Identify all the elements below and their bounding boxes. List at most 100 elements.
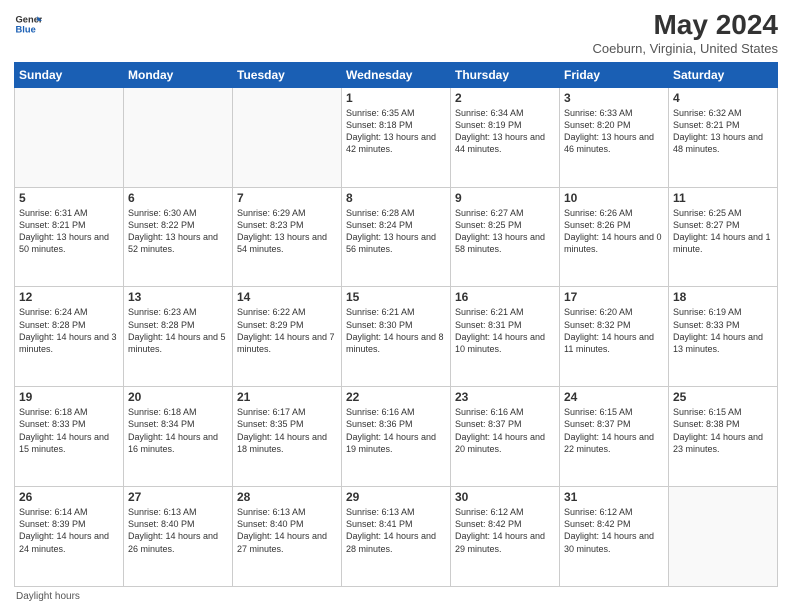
day-cell bbox=[15, 87, 124, 187]
day-info: Sunrise: 6:28 AM Sunset: 8:24 PM Dayligh… bbox=[346, 207, 446, 256]
page-container: General Blue May 2024 Coeburn, Virginia,… bbox=[0, 0, 792, 612]
weekday-header-thursday: Thursday bbox=[451, 62, 560, 87]
weekday-header-friday: Friday bbox=[560, 62, 669, 87]
day-cell: 15 Sunrise: 6:21 AM Sunset: 8:30 PM Dayli… bbox=[342, 287, 451, 387]
weekday-header-sunday: Sunday bbox=[15, 62, 124, 87]
day-cell: 20 Sunrise: 6:18 AM Sunset: 8:34 PM Dayli… bbox=[124, 387, 233, 487]
day-number: 26 bbox=[19, 490, 119, 504]
day-cell: 19 Sunrise: 6:18 AM Sunset: 8:33 PM Dayli… bbox=[15, 387, 124, 487]
weekday-header-saturday: Saturday bbox=[669, 62, 778, 87]
day-info: Sunrise: 6:15 AM Sunset: 8:37 PM Dayligh… bbox=[564, 406, 664, 455]
header: General Blue May 2024 Coeburn, Virginia,… bbox=[14, 10, 778, 56]
day-info: Sunrise: 6:12 AM Sunset: 8:42 PM Dayligh… bbox=[564, 506, 664, 555]
day-number: 20 bbox=[128, 390, 228, 404]
day-info: Sunrise: 6:15 AM Sunset: 8:38 PM Dayligh… bbox=[673, 406, 773, 455]
day-info: Sunrise: 6:18 AM Sunset: 8:34 PM Dayligh… bbox=[128, 406, 228, 455]
day-info: Sunrise: 6:18 AM Sunset: 8:33 PM Dayligh… bbox=[19, 406, 119, 455]
day-info: Sunrise: 6:29 AM Sunset: 8:23 PM Dayligh… bbox=[237, 207, 337, 256]
day-number: 17 bbox=[564, 290, 664, 304]
day-cell: 3Sunrise: 6:33 AM Sunset: 8:20 PM Daylig… bbox=[560, 87, 669, 187]
day-cell bbox=[233, 87, 342, 187]
day-number: 8 bbox=[346, 191, 446, 205]
day-info: Sunrise: 6:13 AM Sunset: 8:40 PM Dayligh… bbox=[128, 506, 228, 555]
day-cell: 17 Sunrise: 6:20 AM Sunset: 8:32 PM Dayli… bbox=[560, 287, 669, 387]
day-number: 23 bbox=[455, 390, 555, 404]
day-cell: 16Sunrise: 6:21 AM Sunset: 8:31 PM Dayli… bbox=[451, 287, 560, 387]
day-cell: 4 Sunrise: 6:32 AM Sunset: 8:21 PM Daylig… bbox=[669, 87, 778, 187]
day-number: 24 bbox=[564, 390, 664, 404]
day-info: Sunrise: 6:35 AM Sunset: 8:18 PM Dayligh… bbox=[346, 107, 446, 156]
day-cell: 6 Sunrise: 6:30 AM Sunset: 8:22 PM Daylig… bbox=[124, 187, 233, 287]
day-cell: 14 Sunrise: 6:22 AM Sunset: 8:29 PM Dayli… bbox=[233, 287, 342, 387]
day-number: 25 bbox=[673, 390, 773, 404]
day-cell: 26 Sunrise: 6:14 AM Sunset: 8:39 PM Dayli… bbox=[15, 487, 124, 587]
day-info: Sunrise: 6:26 AM Sunset: 8:26 PM Dayligh… bbox=[564, 207, 664, 256]
day-number: 13 bbox=[128, 290, 228, 304]
day-cell bbox=[669, 487, 778, 587]
day-number: 27 bbox=[128, 490, 228, 504]
day-info: Sunrise: 6:21 AM Sunset: 8:31 PM Dayligh… bbox=[455, 306, 555, 355]
day-info: Sunrise: 6:22 AM Sunset: 8:29 PM Dayligh… bbox=[237, 306, 337, 355]
day-info: Sunrise: 6:16 AM Sunset: 8:36 PM Dayligh… bbox=[346, 406, 446, 455]
day-number: 28 bbox=[237, 490, 337, 504]
day-number: 3 bbox=[564, 91, 664, 105]
weekday-header-monday: Monday bbox=[124, 62, 233, 87]
day-cell: 27 Sunrise: 6:13 AM Sunset: 8:40 PM Dayli… bbox=[124, 487, 233, 587]
day-info: Sunrise: 6:20 AM Sunset: 8:32 PM Dayligh… bbox=[564, 306, 664, 355]
day-number: 7 bbox=[237, 191, 337, 205]
svg-text:Blue: Blue bbox=[16, 25, 36, 35]
weekday-header-tuesday: Tuesday bbox=[233, 62, 342, 87]
day-info: Sunrise: 6:23 AM Sunset: 8:28 PM Dayligh… bbox=[128, 306, 228, 355]
day-info: Sunrise: 6:30 AM Sunset: 8:22 PM Dayligh… bbox=[128, 207, 228, 256]
day-cell: 28 Sunrise: 6:13 AM Sunset: 8:40 PM Dayli… bbox=[233, 487, 342, 587]
day-number: 31 bbox=[564, 490, 664, 504]
day-number: 4 bbox=[673, 91, 773, 105]
day-number: 2 bbox=[455, 91, 555, 105]
day-info: Sunrise: 6:27 AM Sunset: 8:25 PM Dayligh… bbox=[455, 207, 555, 256]
day-cell: 24 Sunrise: 6:15 AM Sunset: 8:37 PM Dayli… bbox=[560, 387, 669, 487]
day-info: Sunrise: 6:31 AM Sunset: 8:21 PM Dayligh… bbox=[19, 207, 119, 256]
day-cell: 12 Sunrise: 6:24 AM Sunset: 8:28 PM Dayli… bbox=[15, 287, 124, 387]
day-number: 19 bbox=[19, 390, 119, 404]
day-number: 22 bbox=[346, 390, 446, 404]
day-info: Sunrise: 6:17 AM Sunset: 8:35 PM Dayligh… bbox=[237, 406, 337, 455]
logo-icon: General Blue bbox=[14, 10, 42, 38]
day-cell: 31 Sunrise: 6:12 AM Sunset: 8:42 PM Dayli… bbox=[560, 487, 669, 587]
day-cell: 2Sunrise: 6:34 AM Sunset: 8:19 PM Daylig… bbox=[451, 87, 560, 187]
day-info: Sunrise: 6:24 AM Sunset: 8:28 PM Dayligh… bbox=[19, 306, 119, 355]
day-cell: 5 Sunrise: 6:31 AM Sunset: 8:21 PM Daylig… bbox=[15, 187, 124, 287]
day-cell: 21 Sunrise: 6:17 AM Sunset: 8:35 PM Dayli… bbox=[233, 387, 342, 487]
day-info: Sunrise: 6:13 AM Sunset: 8:40 PM Dayligh… bbox=[237, 506, 337, 555]
day-number: 12 bbox=[19, 290, 119, 304]
day-cell: 7 Sunrise: 6:29 AM Sunset: 8:23 PM Daylig… bbox=[233, 187, 342, 287]
week-row-4: 19 Sunrise: 6:18 AM Sunset: 8:33 PM Dayli… bbox=[15, 387, 778, 487]
day-number: 6 bbox=[128, 191, 228, 205]
day-number: 21 bbox=[237, 390, 337, 404]
day-number: 15 bbox=[346, 290, 446, 304]
day-number: 14 bbox=[237, 290, 337, 304]
week-row-5: 26 Sunrise: 6:14 AM Sunset: 8:39 PM Dayli… bbox=[15, 487, 778, 587]
day-cell: 18 Sunrise: 6:19 AM Sunset: 8:33 PM Dayli… bbox=[669, 287, 778, 387]
day-cell: 25 Sunrise: 6:15 AM Sunset: 8:38 PM Dayli… bbox=[669, 387, 778, 487]
weekday-header-row: SundayMondayTuesdayWednesdayThursdayFrid… bbox=[15, 62, 778, 87]
day-info: Sunrise: 6:21 AM Sunset: 8:30 PM Dayligh… bbox=[346, 306, 446, 355]
day-info: Sunrise: 6:19 AM Sunset: 8:33 PM Dayligh… bbox=[673, 306, 773, 355]
week-row-3: 12 Sunrise: 6:24 AM Sunset: 8:28 PM Dayli… bbox=[15, 287, 778, 387]
day-info: Sunrise: 6:32 AM Sunset: 8:21 PM Dayligh… bbox=[673, 107, 773, 156]
day-cell: 8 Sunrise: 6:28 AM Sunset: 8:24 PM Daylig… bbox=[342, 187, 451, 287]
day-info: Sunrise: 6:14 AM Sunset: 8:39 PM Dayligh… bbox=[19, 506, 119, 555]
day-cell: 29Sunrise: 6:13 AM Sunset: 8:41 PM Dayli… bbox=[342, 487, 451, 587]
week-row-1: 1 Sunrise: 6:35 AM Sunset: 8:18 PM Daylig… bbox=[15, 87, 778, 187]
main-title: May 2024 bbox=[593, 10, 778, 41]
day-cell: 1 Sunrise: 6:35 AM Sunset: 8:18 PM Daylig… bbox=[342, 87, 451, 187]
day-number: 18 bbox=[673, 290, 773, 304]
calendar-table: SundayMondayTuesdayWednesdayThursdayFrid… bbox=[14, 62, 778, 587]
day-number: 5 bbox=[19, 191, 119, 205]
day-cell bbox=[124, 87, 233, 187]
day-number: 11 bbox=[673, 191, 773, 205]
day-number: 30 bbox=[455, 490, 555, 504]
day-cell: 11Sunrise: 6:25 AM Sunset: 8:27 PM Dayli… bbox=[669, 187, 778, 287]
day-cell: 22 Sunrise: 6:16 AM Sunset: 8:36 PM Dayli… bbox=[342, 387, 451, 487]
day-number: 1 bbox=[346, 91, 446, 105]
day-number: 9 bbox=[455, 191, 555, 205]
